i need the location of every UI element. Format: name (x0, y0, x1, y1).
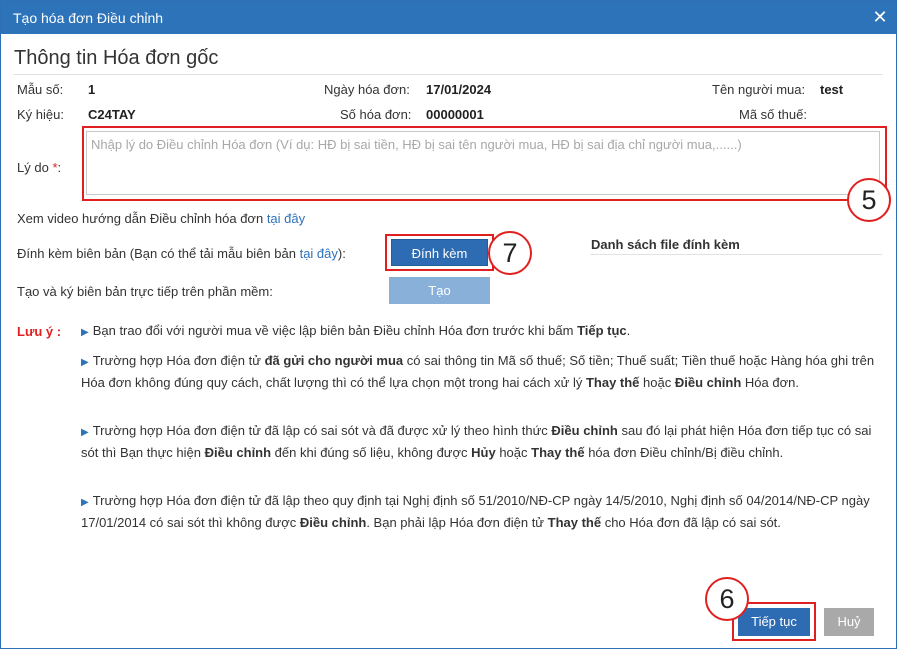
attached-files-divider (590, 254, 882, 255)
number-label: Số hóa đơn: (340, 107, 412, 122)
reason-input[interactable] (86, 131, 880, 195)
video-guide-link[interactable]: tại đây (267, 211, 305, 226)
symbol-value: C24TAY (88, 107, 136, 122)
date-label: Ngày hóa đơn: (324, 82, 410, 97)
bullet-triangle-icon: ▶ (81, 427, 89, 438)
create-minutes-text: Tạo và ký biên bản trực tiếp trên phần m… (17, 284, 273, 299)
attach-button[interactable]: Đính kèm (391, 239, 488, 266)
bullet-triangle-icon: ▶ (81, 327, 89, 338)
note-item-2: ▶ Trường hợp Hóa đơn điện tử đã gửi cho n… (81, 353, 875, 390)
notes-label: Lưu ý : (17, 324, 62, 339)
section-title: Thông tin Hóa đơn gốc (14, 47, 219, 69)
dialog-titlebar: Tạo hóa đơn Điều chỉnh ✕ (1, 1, 896, 34)
form-label: Mẫu số: (17, 82, 64, 97)
close-icon[interactable]: ✕ (871, 8, 889, 26)
attach-template-link[interactable]: tại đây (300, 246, 338, 261)
note-item-4: ▶ Trường hợp Hóa đơn điện tử đã lập theo … (81, 493, 870, 530)
buyer-label: Tên người mua: (712, 82, 806, 97)
dialog-title: Tạo hóa đơn Điều chỉnh (13, 10, 164, 26)
date-value: 17/01/2024 (426, 82, 492, 97)
attached-files-title: Danh sách file đính kèm (591, 237, 740, 252)
reason-label: Lý do *: (17, 160, 62, 175)
continue-button[interactable]: Tiếp tục (738, 608, 810, 636)
create-minutes-button[interactable]: Tạo (389, 277, 490, 304)
attach-text: Đính kèm biên bản (Bạn có thể tải mẫu bi… (17, 246, 346, 261)
symbol-label: Ký hiệu: (17, 107, 64, 122)
note-item-3: ▶ Trường hợp Hóa đơn điện tử đã lập có sa… (81, 423, 872, 460)
annotation-marker-7: 7 (488, 231, 532, 275)
annotation-marker-6: 6 (705, 577, 749, 621)
video-guide-text: Xem video hướng dẫn Điều chỉnh hóa đơn t… (17, 211, 306, 226)
cancel-button[interactable]: Huỷ (824, 608, 874, 636)
tax-code-label: Mã số thuế: (739, 107, 807, 122)
number-value: 00000001 (426, 107, 484, 122)
section-divider (13, 74, 883, 75)
note-item-1: ▶ Bạn trao đổi với người mua về việc lập … (81, 323, 631, 338)
bullet-triangle-icon: ▶ (81, 357, 89, 368)
form-value: 1 (88, 82, 96, 97)
annotation-marker-5: 5 (847, 178, 891, 222)
bullet-triangle-icon: ▶ (81, 497, 89, 508)
adjust-invoice-dialog: Tạo hóa đơn Điều chỉnh ✕ Thông tin Hóa đ… (0, 0, 897, 649)
buyer-value: test (820, 82, 844, 97)
